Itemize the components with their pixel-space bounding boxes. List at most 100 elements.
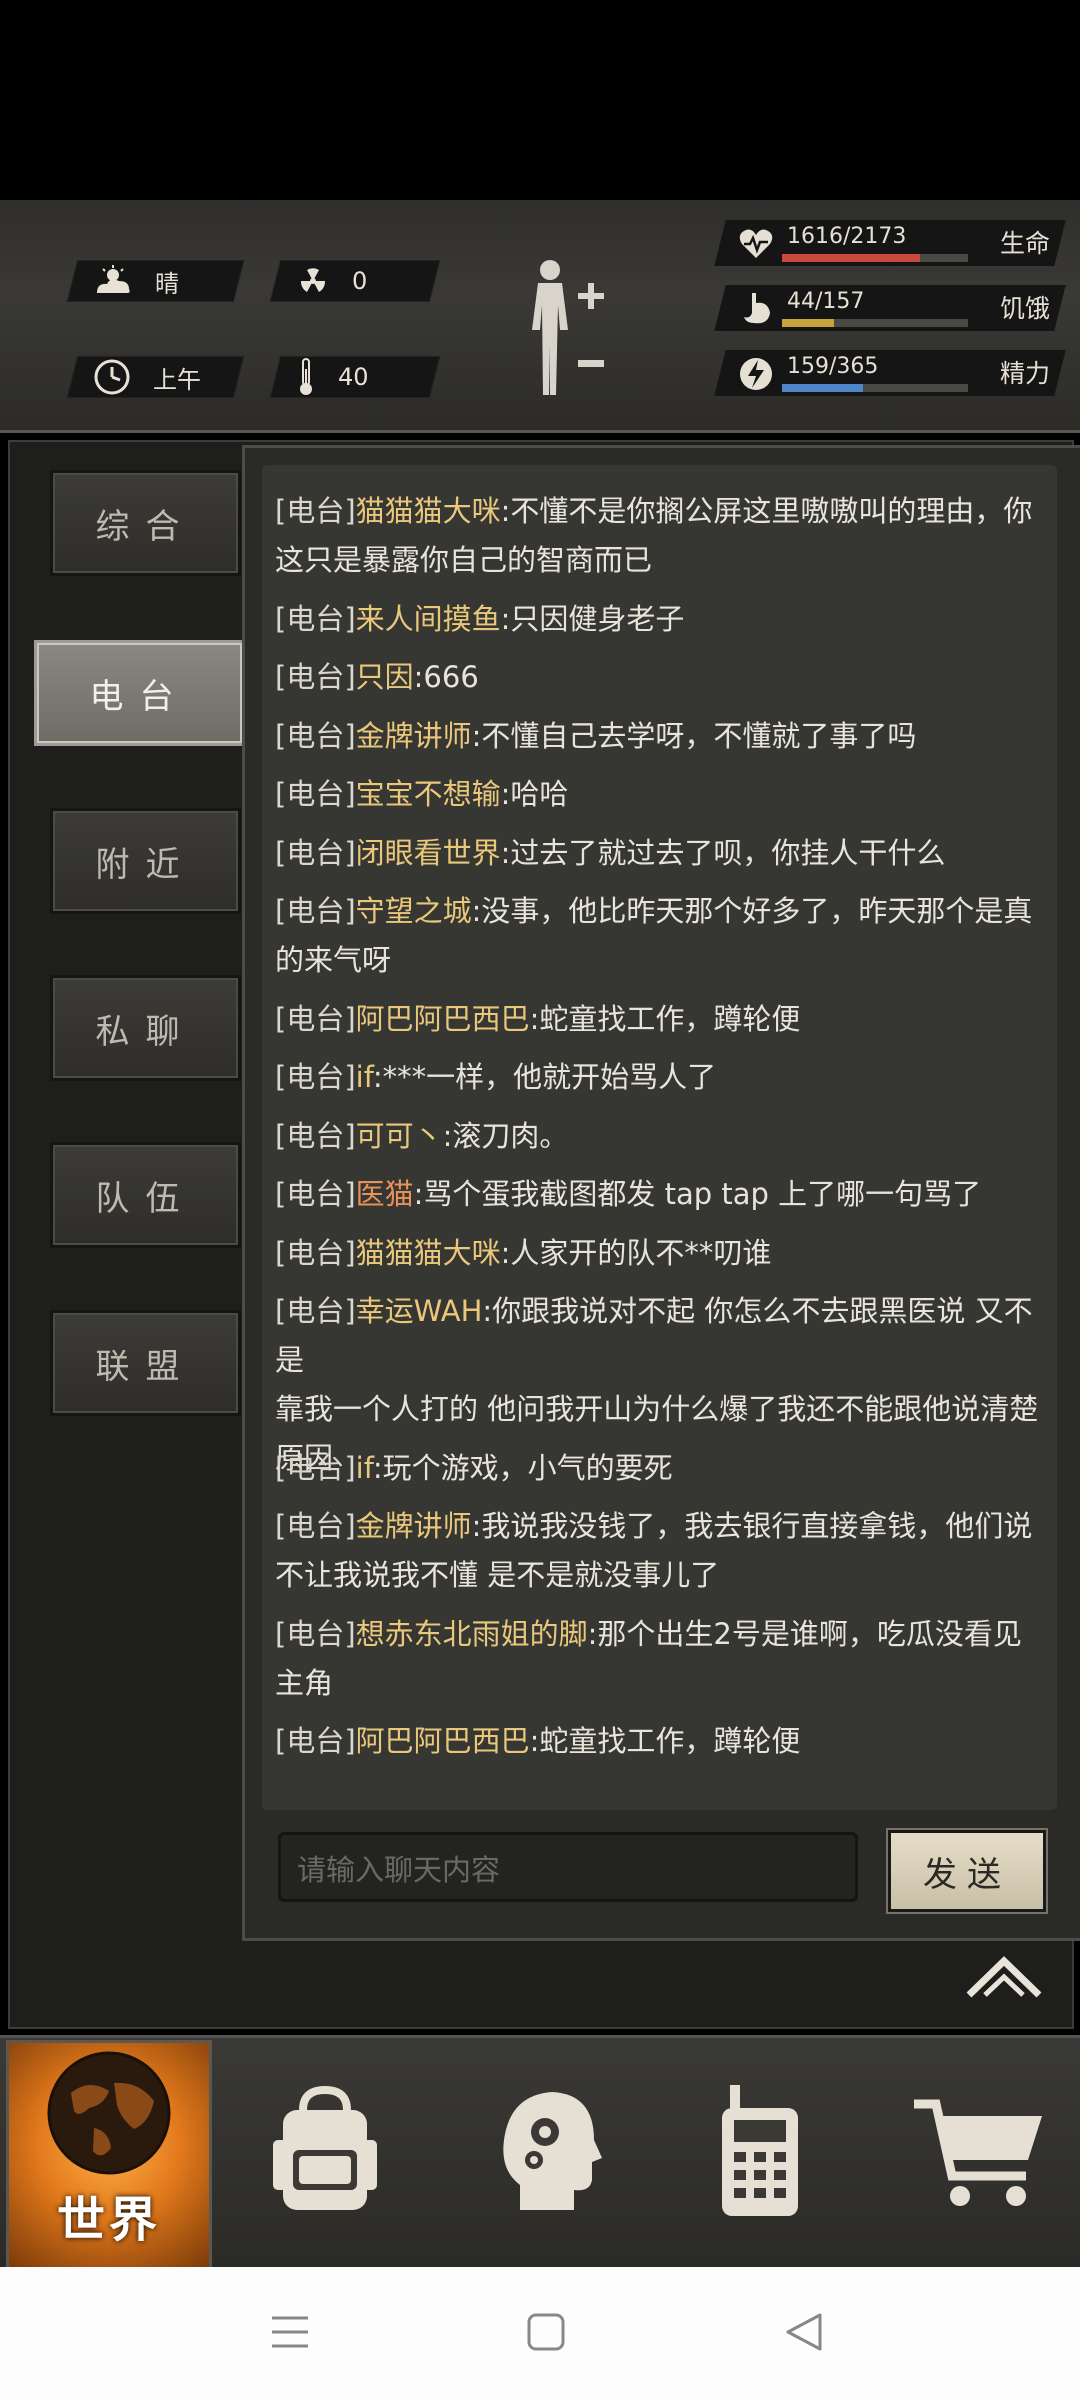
chat-input[interactable]: 请输入聊天内容	[278, 1832, 858, 1902]
stat-bar-fill	[782, 319, 835, 327]
nav-world-button[interactable]: 世界	[6, 2040, 212, 2271]
message-text: :过去了就过去了呗，你挂人干什么	[500, 835, 946, 870]
status-bar-area	[0, 0, 1080, 200]
channel-tag: [电台]	[275, 660, 356, 694]
radiation-chip: 0	[269, 260, 441, 302]
message-text-cont: 主角	[275, 1665, 334, 1700]
message-text-cont: 的来气呀	[275, 943, 392, 977]
heart-pulse-icon	[739, 229, 773, 258]
channel-tag: [电台]	[275, 1616, 356, 1651]
chat-message: [电台]守望之城:没事，他比昨天那个好多了，昨天那个是真 的来气呀	[275, 887, 1055, 985]
cloud-sun-icon	[97, 265, 130, 293]
channel-tag: [电台]	[275, 1177, 356, 1211]
menu-icon[interactable]	[268, 2310, 312, 2354]
channel-tag: [电台]	[275, 1118, 356, 1153]
message-text: :不懂自己去学呀，不懂就了事了吗	[471, 718, 917, 753]
stat-bar-fill	[782, 384, 864, 392]
channel-tag: [电台]	[275, 1294, 356, 1328]
sender-name[interactable]: 宝宝不想输	[356, 777, 501, 811]
stat-bar	[782, 384, 968, 392]
sender-name[interactable]: 闭眼看世界	[356, 836, 501, 870]
stat-hunger: 44/157 饥饿	[714, 285, 1066, 331]
world-globe-icon	[47, 2051, 171, 2175]
stat-value: 44/157	[787, 289, 865, 314]
message-text: :人家开的队不**叨谁	[500, 1235, 772, 1270]
sender-name[interactable]: 猫猫猫大咪	[356, 1236, 501, 1270]
stat-value: 1616/2173	[787, 224, 907, 249]
tab-team[interactable]: 队伍	[50, 1142, 241, 1248]
sender-name[interactable]: if	[356, 1060, 373, 1094]
channel-tag: [电台]	[275, 494, 356, 528]
chat-message: [电台]if:***一样，他就开始骂人了	[275, 1053, 1055, 1102]
message-text: :不懂不是你搁公屏这里嗷嗷叫的理由，你	[500, 494, 1033, 528]
sender-name[interactable]: 医猫	[356, 1177, 414, 1211]
message-text: :玩个游戏，小气的要死	[372, 1450, 673, 1485]
message-text: :我说我没钱了，我去银行直接拿钱，他们说	[471, 1509, 1033, 1543]
tab-nearby[interactable]: 附近	[50, 808, 241, 914]
sender-name[interactable]: 金牌讲师	[356, 1509, 472, 1543]
chat-message: [电台]宝宝不想输:哈哈	[275, 770, 1055, 819]
nav-world-label: 世界	[56, 2192, 161, 2248]
collapse-chevron-icon[interactable]	[965, 1955, 1043, 2001]
backpack-icon[interactable]	[265, 2080, 385, 2220]
tab-radio[interactable]: 电台	[34, 640, 245, 746]
message-text: :骂个蛋我截图都发 tap tap 上了哪一句骂了	[413, 1177, 982, 1211]
temperature-value: 40	[338, 363, 369, 391]
message-text: :***一样，他就开始骂人了	[372, 1060, 717, 1094]
chat-message: [电台]猫猫猫大咪:不懂不是你搁公屏这里嗷嗷叫的理由，你这只是暴露你自己的智商而…	[275, 487, 1055, 585]
sender-name[interactable]: 阿巴阿巴西巴	[356, 1724, 530, 1758]
channel-tag: [电台]	[275, 1450, 356, 1485]
sender-name[interactable]: 金牌讲师	[356, 719, 472, 753]
chat-message: [电台]来人间摸鱼:只因健身老子	[275, 595, 1055, 644]
home-icon[interactable]	[524, 2310, 568, 2354]
tab-alliance[interactable]: 联盟	[50, 1310, 241, 1416]
time-chip: 上午	[66, 356, 245, 398]
message-text: :蛇童找工作，蹲轮便	[529, 1001, 801, 1036]
channel-tag: [电台]	[275, 777, 356, 811]
message-text: :只因健身老子	[500, 601, 685, 636]
tab-private[interactable]: 私聊	[50, 975, 241, 1081]
message-text-cont: 靠我一个人打的 他问我开山为什么爆了我还不能跟他说清楚	[275, 1392, 1039, 1426]
sender-name[interactable]: 想赤东北雨姐的脚	[356, 1617, 588, 1651]
sender-name[interactable]: 可可丶	[356, 1119, 443, 1153]
cart-icon[interactable]	[910, 2080, 1050, 2220]
back-icon[interactable]	[782, 2310, 826, 2354]
skills-head-icon[interactable]	[490, 2080, 610, 2220]
channel-tag: [电台]	[275, 1001, 356, 1036]
stat-bar	[782, 254, 968, 262]
message-text: :哈哈	[500, 777, 569, 811]
channel-tag: [电台]	[275, 601, 356, 636]
sender-name[interactable]: 幸运WAH	[356, 1294, 483, 1328]
channel-tag: [电台]	[275, 1235, 356, 1270]
tab-general[interactable]: 综合	[50, 470, 241, 576]
sender-name[interactable]: if	[356, 1451, 373, 1485]
radiation-value: 0	[352, 267, 368, 295]
chat-message: [电台]猫猫猫大咪:人家开的队不**叨谁	[275, 1229, 1055, 1278]
stomach-icon	[744, 293, 770, 324]
sender-name[interactable]: 只因	[356, 660, 414, 694]
weather-chip: 晴	[66, 260, 245, 302]
message-text: :蛇童找工作，蹲轮便	[529, 1724, 801, 1758]
send-button[interactable]: 发送	[888, 1830, 1046, 1912]
temperature-chip: 40	[269, 356, 441, 398]
chat-message: [电台]闭眼看世界:过去了就过去了呗，你挂人干什么	[275, 829, 1055, 878]
stat-label: 精力	[999, 359, 1050, 388]
channel-tag: [电台]	[275, 1724, 356, 1758]
radio-device-icon[interactable]	[700, 2080, 820, 2220]
stat-label: 饥饿	[999, 294, 1050, 323]
message-text: :那个出生2号是谁啊，吃瓜没看见	[587, 1616, 1022, 1651]
message-text: :滚刀肉。	[442, 1118, 569, 1153]
sender-name[interactable]: 守望之城	[356, 894, 472, 928]
sender-name[interactable]: 猫猫猫大咪	[356, 494, 501, 528]
chat-message: [电台]医猫:骂个蛋我截图都发 tap tap 上了哪一句骂了	[275, 1170, 1055, 1219]
body-status-button[interactable]	[520, 255, 620, 405]
sender-name[interactable]: 来人间摸鱼	[356, 602, 501, 636]
chat-message: [电台]金牌讲师:我说我没钱了，我去银行直接拿钱，他们说 不让我说我不懂 是不是就…	[275, 1502, 1055, 1600]
channel-tag: [电台]	[275, 894, 356, 928]
sender-name[interactable]: 阿巴阿巴西巴	[356, 1002, 530, 1036]
message-text-cont: 这只是暴露你自己的智商而已	[275, 543, 653, 577]
channel-tag: [电台]	[275, 718, 356, 753]
chat-message: [电台]只因:666	[275, 653, 1055, 702]
energy-icon	[740, 358, 772, 390]
channel-tag: [电台]	[275, 1060, 356, 1094]
